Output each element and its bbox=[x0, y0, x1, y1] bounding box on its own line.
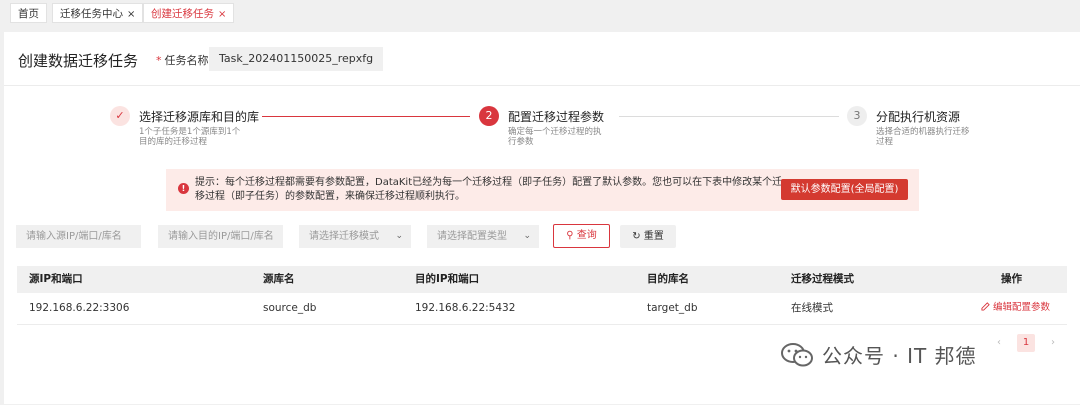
step-2-icon: 2 bbox=[479, 106, 499, 126]
reset-label: 重置 bbox=[643, 231, 664, 242]
alert-text: 提示：每个迁移过程都需要有参数配置，DataKit已经为每一个迁移过程（即子任务… bbox=[195, 177, 783, 202]
column-header: 操作 bbox=[1001, 273, 1022, 285]
step-3-desc: 选择合适的机器执行迁移 bbox=[876, 127, 970, 137]
task-name-label: * 任务名称 bbox=[156, 52, 209, 68]
tab-migration-center[interactable]: 迁移任务中心 × bbox=[52, 3, 144, 23]
search-icon: ⚲ bbox=[566, 230, 574, 241]
tab-label: 创建迁移任务 bbox=[151, 8, 214, 20]
chevron-down-icon: ⌄ bbox=[523, 231, 531, 241]
edit-icon bbox=[981, 302, 990, 311]
step-2-desc: 确定每一个迁移过程的执 bbox=[508, 127, 602, 137]
cell-dst: 192.168.6.22:5432 bbox=[415, 302, 516, 314]
tab-label: 首页 bbox=[18, 8, 39, 20]
cell-src: 192.168.6.22:3306 bbox=[29, 302, 130, 314]
global-config-button[interactable]: 默认参数配置(全局配置) bbox=[781, 179, 908, 200]
query-button[interactable]: ⚲ 查询 bbox=[553, 224, 610, 248]
config-type-select[interactable]: 请选择配置类型 ⌄ bbox=[427, 225, 539, 248]
step-1-title: 选择迁移源库和目的库 bbox=[139, 110, 260, 124]
cell-dst-db: target_db bbox=[647, 302, 698, 314]
task-name-label-text: 任务名称 bbox=[164, 54, 209, 67]
tab-label: 迁移任务中心 bbox=[60, 8, 123, 20]
task-name-field[interactable]: Task_202401150025_repxfg bbox=[209, 47, 383, 71]
step-2-title: 配置迁移过程参数 bbox=[508, 110, 605, 124]
edit-config-label: 编辑配置参数 bbox=[993, 302, 1051, 313]
step-1-desc: 1个子任务是1个源库到1个 bbox=[139, 127, 241, 137]
source-filter-input[interactable]: 请输入源IP/端口/库名 bbox=[16, 225, 141, 248]
reset-button[interactable]: ↻ 重置 bbox=[620, 225, 676, 248]
step-3-icon: 3 bbox=[847, 106, 867, 126]
close-icon[interactable]: × bbox=[218, 9, 226, 20]
column-header: 目的库名 bbox=[647, 273, 689, 285]
query-label: 查询 bbox=[576, 230, 597, 241]
mode-select[interactable]: 请选择迁移模式 ⌄ bbox=[299, 225, 411, 248]
edit-config-link[interactable]: 编辑配置参数 bbox=[981, 293, 1050, 323]
tab-create-task[interactable]: 创建迁移任务 × bbox=[143, 3, 235, 23]
column-header: 迁移过程模式 bbox=[791, 273, 854, 285]
cell-mode: 在线模式 bbox=[791, 302, 833, 314]
target-filter-input[interactable]: 请输入目的IP/端口/库名 bbox=[158, 225, 283, 248]
step-3-desc: 过程 bbox=[876, 137, 894, 147]
next-page-button[interactable]: › bbox=[1051, 334, 1055, 352]
watermark: 公众号 · IT 邦德 bbox=[780, 340, 977, 369]
column-header: 源库名 bbox=[263, 273, 295, 285]
mode-select-placeholder: 请选择迁移模式 bbox=[309, 231, 379, 242]
required-mark: * bbox=[156, 54, 162, 67]
step-connector bbox=[619, 116, 839, 117]
column-header: 源IP和端口 bbox=[29, 273, 83, 285]
chevron-down-icon: ⌄ bbox=[395, 231, 403, 241]
table-row: 192.168.6.22:3306 source_db 192.168.6.22… bbox=[17, 293, 1067, 325]
tab-bar: 首页 迁移任务中心 × 创建迁移任务 × bbox=[0, 0, 1080, 28]
divider bbox=[4, 85, 1080, 86]
refresh-icon: ↻ bbox=[632, 231, 641, 242]
table-header: 源IP和端口 源库名 目的IP和端口 目的库名 迁移过程模式 操作 bbox=[17, 266, 1067, 293]
column-header: 目的IP和端口 bbox=[415, 273, 480, 285]
watermark-text: 公众号 · IT 邦德 bbox=[822, 344, 977, 368]
config-type-placeholder: 请选择配置类型 bbox=[437, 231, 507, 242]
alert-banner: ! 提示：每个迁移过程都需要有参数配置，DataKit已经为每一个迁移过程（即子… bbox=[166, 169, 919, 211]
close-icon[interactable]: × bbox=[127, 9, 135, 20]
cell-src-db: source_db bbox=[263, 302, 317, 314]
tab-home[interactable]: 首页 bbox=[10, 3, 47, 23]
warning-icon: ! bbox=[178, 183, 189, 194]
wechat-icon bbox=[781, 343, 813, 367]
step-connector bbox=[262, 116, 470, 117]
page-title: 创建数据迁移任务 bbox=[18, 52, 139, 70]
page-number[interactable]: 1 bbox=[1017, 334, 1035, 352]
check-icon: ✓ bbox=[110, 106, 130, 126]
step-3-title: 分配执行机资源 bbox=[876, 110, 961, 124]
prev-page-button[interactable]: ‹ bbox=[997, 334, 1001, 352]
step-1-desc: 目的库的迁移过程 bbox=[139, 137, 208, 147]
step-2-desc: 行参数 bbox=[508, 137, 534, 147]
